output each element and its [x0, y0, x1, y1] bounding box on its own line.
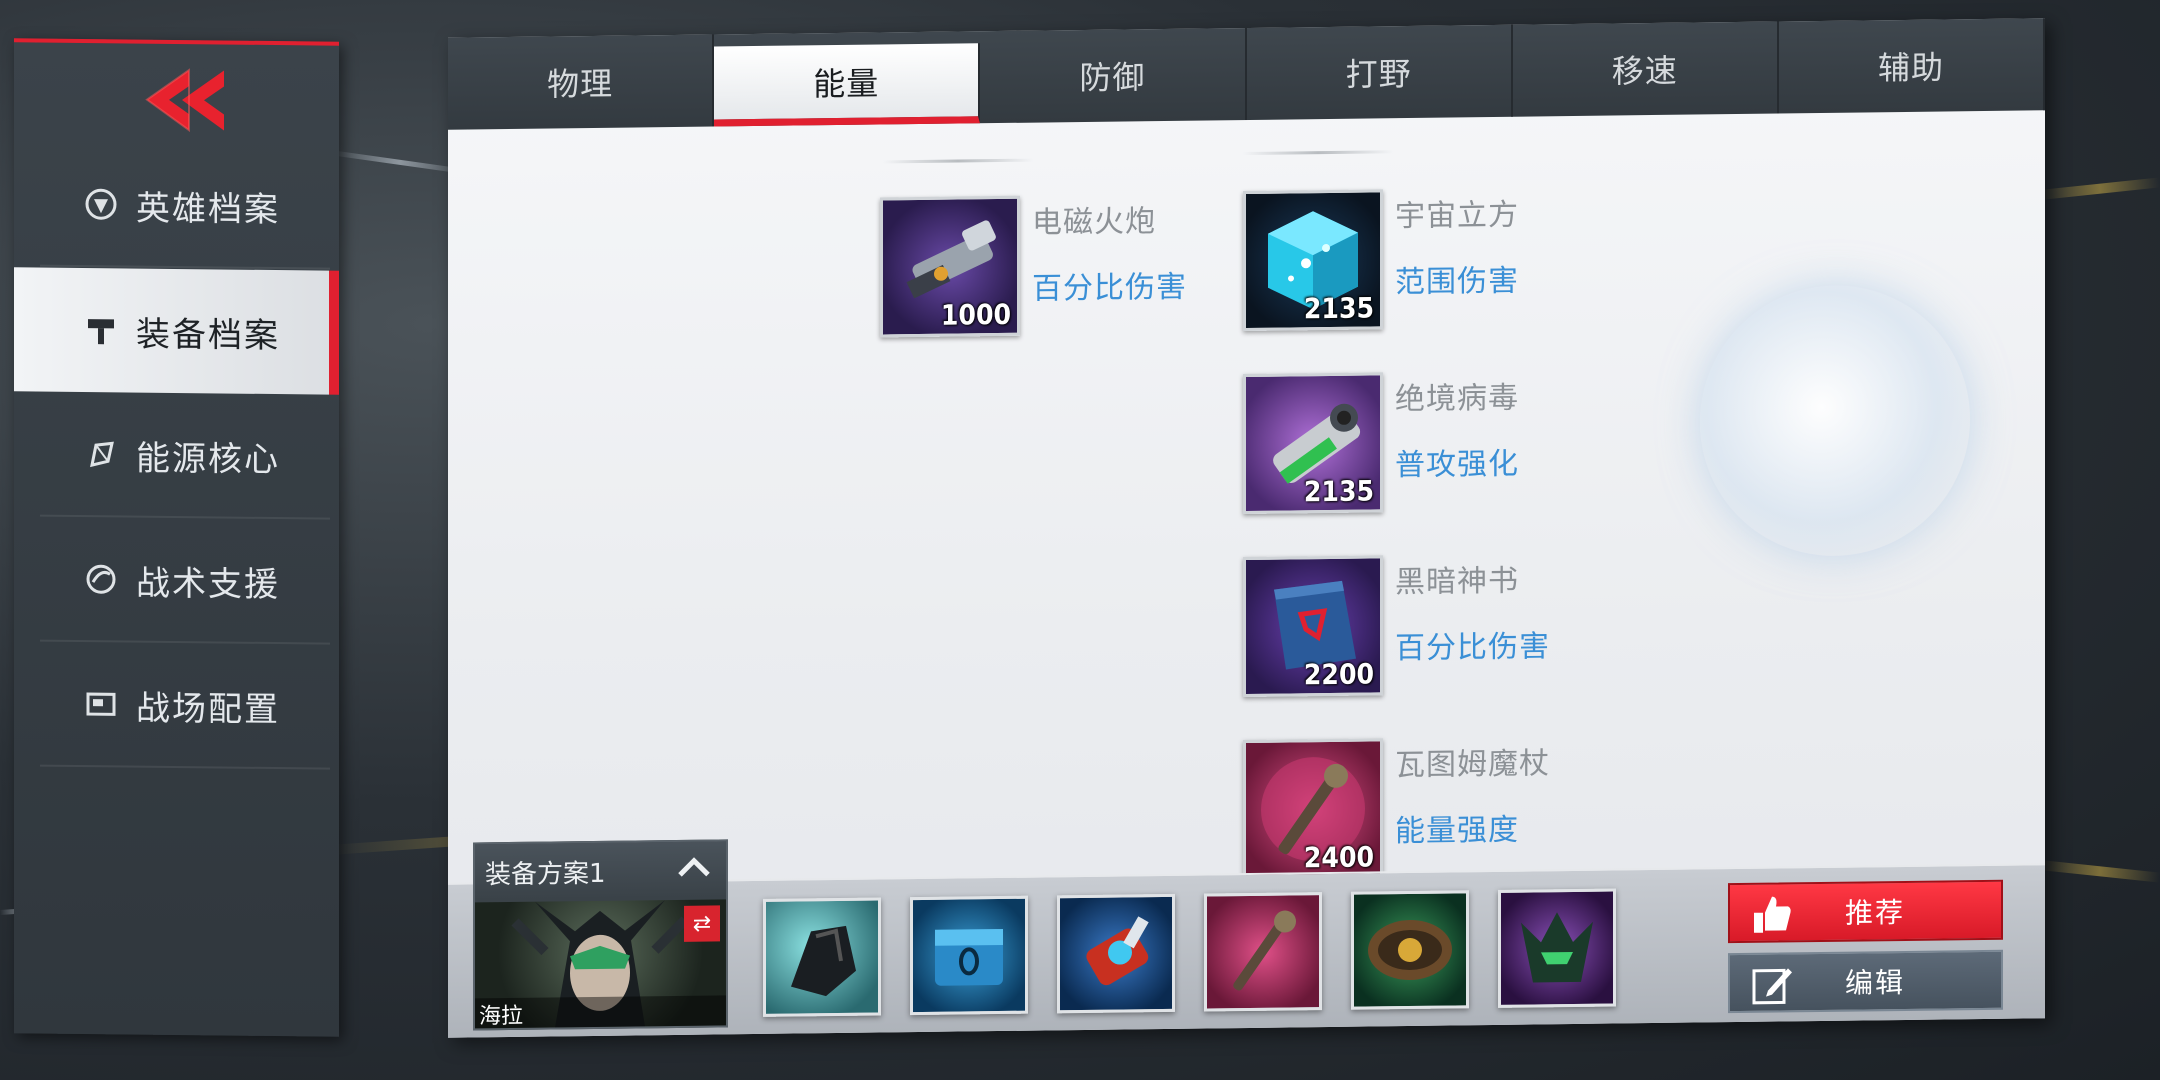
item-name: 瓦图姆魔杖	[1395, 746, 1550, 784]
item-tag: 范围伤害	[1395, 263, 1519, 301]
item-name: 电磁火炮	[1032, 204, 1156, 241]
equipment-slot-4[interactable]	[1204, 892, 1322, 1012]
back-chevron-icon	[145, 68, 224, 133]
item-tag: 百分比伤害	[1032, 269, 1187, 307]
item-cost: 2200	[1303, 657, 1374, 692]
recommend-label: 推荐	[1845, 895, 1906, 930]
hammer-icon	[84, 313, 118, 347]
tab-energy[interactable]: 能量	[714, 43, 981, 127]
item-name: 黑暗神书	[1395, 563, 1519, 601]
hero-name: 海拉	[475, 995, 726, 1029]
sidebar-item-equipment-archive[interactable]: 装备档案	[14, 267, 339, 395]
sidebar-item-label: 装备档案	[136, 314, 280, 356]
dark-gauntlet-icon	[791, 925, 856, 997]
tab-support[interactable]: 辅助	[1778, 18, 2046, 114]
item-cost: 2400	[1303, 840, 1374, 875]
tier-divider	[883, 158, 1033, 164]
loadout-selector[interactable]: 装备方案1 ⇄ 海拉	[473, 839, 728, 1031]
crystal-icon	[84, 437, 118, 471]
sidebar: 英雄档案 装备档案 能源核心 战术支援 战场配置	[14, 38, 339, 1037]
dark-tome-icon: 2200	[1243, 555, 1383, 698]
swap-hero-button[interactable]: ⇄	[684, 905, 720, 942]
item-tag: 百分比伤害	[1395, 629, 1550, 667]
item-tag: 普攻强化	[1395, 446, 1519, 484]
loadout-title: 装备方案1	[485, 858, 606, 890]
sidebar-item-label: 战术支援	[136, 563, 280, 605]
back-button[interactable]	[129, 62, 239, 138]
equipment-item[interactable]: 2135 宇宙立方 范围伤害	[1243, 185, 1703, 341]
watoomb-wand-icon: 2400	[1243, 738, 1383, 881]
equipment-slot-1[interactable]	[763, 897, 881, 1017]
edit-label: 编辑	[1845, 965, 1906, 1000]
edit-pencil-icon	[1750, 962, 1794, 1007]
item-cost: 1000	[940, 297, 1011, 332]
category-tabs: 物理 能量 防御 打野 移速 辅助	[448, 18, 2046, 130]
loadout-header[interactable]: 装备方案1	[475, 841, 726, 901]
sidebar-item-label: 能源核心	[136, 438, 280, 480]
tab-defense[interactable]: 防御	[980, 27, 1247, 124]
blue-chest-icon	[935, 928, 1003, 986]
tab-physical[interactable]: 物理	[448, 34, 715, 130]
equipment-slot-3[interactable]	[1057, 893, 1175, 1014]
sidebar-item-hero-archive[interactable]: 英雄档案	[40, 142, 330, 270]
tab-jungle[interactable]: 打野	[1246, 24, 1513, 120]
chevron-up-icon[interactable]	[676, 854, 712, 885]
sidebar-item-battlefield-config[interactable]: 战场配置	[40, 642, 330, 770]
item-cost: 2135	[1303, 291, 1374, 326]
equipment-panel: 物理 能量 防御 打野 移速 辅助 1000 电磁火炮 百分比伤害 2135 宇…	[448, 18, 2046, 1038]
tier-divider	[1243, 150, 1393, 156]
equipment-item[interactable]: 2400 瓦图姆魔杖 能量强度	[1243, 734, 1703, 890]
cosmic-cube-icon: 2135	[1243, 189, 1383, 332]
tab-movespeed[interactable]: 移速	[1512, 21, 1779, 117]
item-name: 绝境病毒	[1395, 380, 1519, 418]
tactical-swirl-icon	[84, 562, 118, 596]
equipment-slot-6[interactable]	[1498, 888, 1616, 1008]
energy-cannon-icon	[1086, 916, 1149, 986]
sidebar-item-tactical-support[interactable]: 战术支援	[40, 517, 330, 645]
item-cost: 2135	[1303, 474, 1374, 509]
item-name: 宇宙立方	[1395, 197, 1519, 235]
railgun-icon: 1000	[880, 195, 1020, 338]
recommend-button[interactable]: 推荐	[1728, 879, 2003, 944]
dark-helm-icon	[1521, 912, 1593, 983]
hero-portrait[interactable]: ⇄ 海拉	[475, 899, 726, 1029]
magic-wand-icon	[1233, 910, 1296, 991]
equipment-slot-2[interactable]	[910, 895, 1028, 1016]
equipment-slot-5[interactable]	[1351, 890, 1469, 1010]
equipment-item[interactable]: 2135 绝境病毒 普攻强化	[1243, 368, 1703, 524]
edit-button[interactable]: 编辑	[1728, 949, 2003, 1014]
config-card-icon	[84, 687, 118, 721]
sidebar-item-label: 英雄档案	[136, 188, 280, 230]
green-belt-icon	[1368, 919, 1452, 981]
equipment-item[interactable]: 2200 黑暗神书 百分比伤害	[1243, 551, 1703, 707]
item-tag: 能量强度	[1395, 812, 1519, 850]
sidebar-item-label: 战场配置	[136, 688, 280, 730]
hero-emblem-icon	[84, 187, 118, 221]
virus-cannon-icon: 2135	[1243, 372, 1383, 515]
thumbs-up-icon	[1750, 892, 1794, 937]
hologram-globe	[1700, 284, 1970, 558]
loadout-bar: 装备方案1 ⇄ 海拉 推荐 编辑	[448, 839, 2045, 1038]
sidebar-item-energy-core[interactable]: 能源核心	[40, 392, 330, 520]
